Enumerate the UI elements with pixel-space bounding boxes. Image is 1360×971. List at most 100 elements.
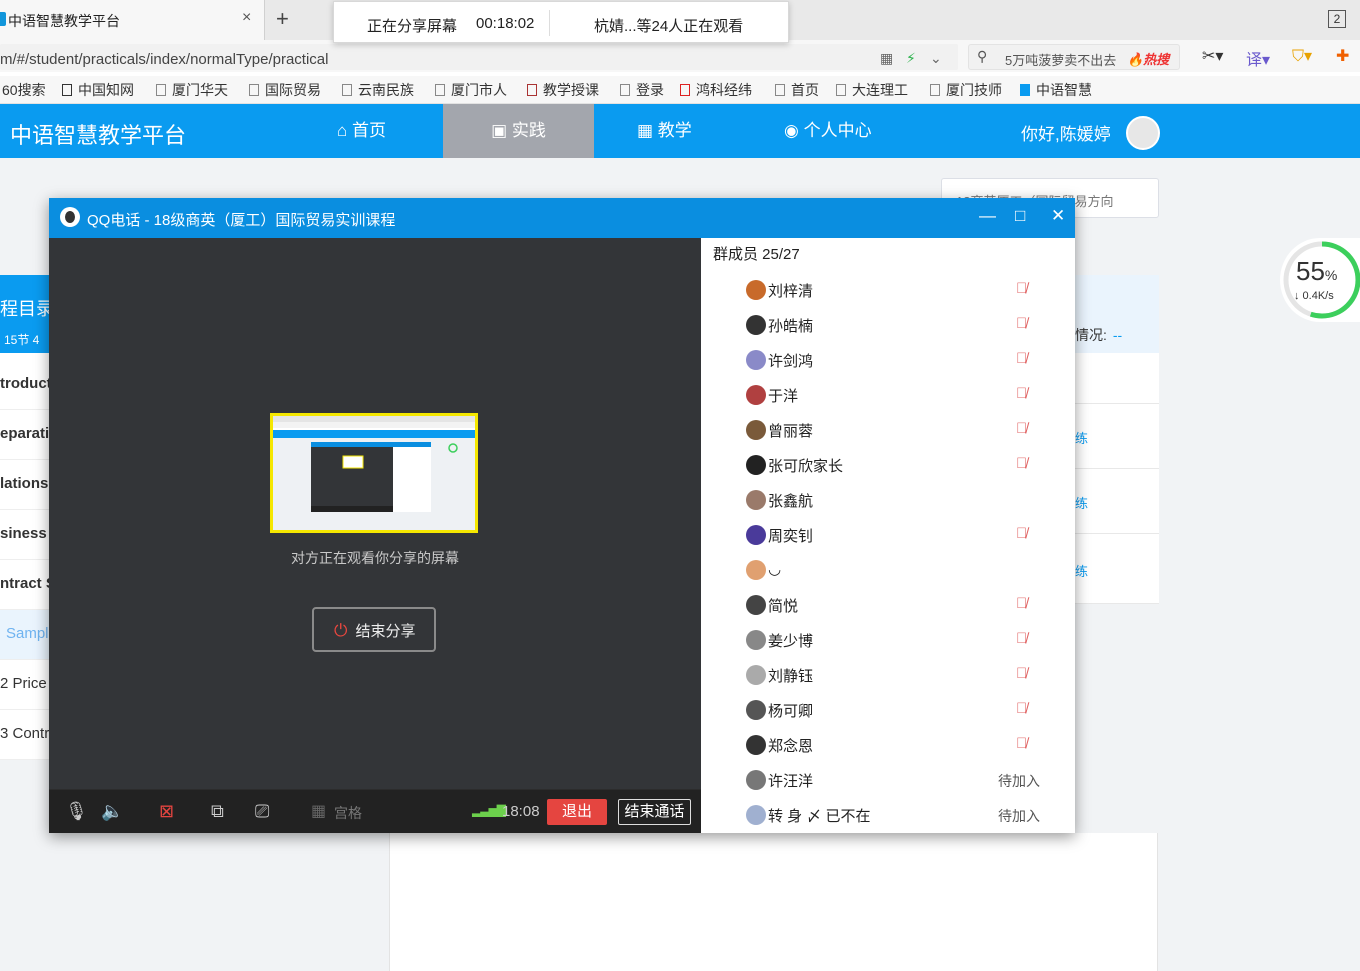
bookmark-item[interactable]: 云南民族 xyxy=(342,80,414,100)
bookmark-item[interactable]: 登录 xyxy=(620,80,664,100)
qq-titlebar[interactable]: QQ电话 - 18级商英（厦工）国际贸易实训课程 — □ ✕ xyxy=(49,198,1075,238)
minimize-icon[interactable]: — xyxy=(979,206,996,226)
bookmark-item[interactable]: 大连理工 xyxy=(836,80,908,100)
muted-mic-icon: 🎙̸ xyxy=(1016,315,1028,332)
member-row[interactable]: 杨可卿 🎙̸ xyxy=(746,698,1066,722)
member-name: 转 身 〆 已不在 xyxy=(768,808,871,825)
member-name: 周奕钊 xyxy=(768,528,814,545)
row-divider xyxy=(1075,403,1159,404)
muted-mic-icon: 🎙̸ xyxy=(1016,385,1028,402)
member-row[interactable]: 张可欣家长 🎙̸ xyxy=(746,453,1066,477)
catalog-item[interactable]: eparatio xyxy=(0,410,49,460)
stop-share-button[interactable]: ⏻ 结束分享 xyxy=(312,607,436,652)
member-row[interactable]: 刘梓清 🎙̸ xyxy=(746,278,1066,302)
practice-link[interactable]: 练 xyxy=(1075,428,1088,447)
row-divider xyxy=(1075,533,1159,534)
member-row[interactable]: 郑念恩 🎙̸ xyxy=(746,733,1066,757)
browser-tab[interactable]: 中语智慧教学平台 × xyxy=(0,0,265,40)
member-row[interactable]: 许剑鸿 🎙̸ xyxy=(746,348,1066,372)
lightning-icon[interactable]: ⚡ xyxy=(906,50,916,67)
catalog-item[interactable]: lationsh xyxy=(0,460,49,510)
game-icon[interactable]: ✚ xyxy=(1336,46,1349,66)
member-row[interactable]: 刘静钰 🎙̸ xyxy=(746,663,1066,687)
member-row[interactable]: 于洋 🎙̸ xyxy=(746,383,1066,407)
share-status-label: 正在分享屏幕 xyxy=(367,18,458,35)
user-greeting[interactable]: 你好,陈媛婷 xyxy=(1021,120,1111,145)
quit-button[interactable]: 退出 xyxy=(547,799,607,825)
bookmark-item[interactable]: 厦门市人 xyxy=(435,80,507,100)
bookmarks-bar: 60搜索 中国知网 厦门华天 国际贸易 云南民族 厦门市人 教学授课 登录 鸿科… xyxy=(0,76,1360,104)
member-row[interactable]: 姜少博 🎙̸ xyxy=(746,628,1066,652)
status-value: -- xyxy=(1112,327,1123,343)
grid-layout-icon[interactable]: ▦ xyxy=(311,801,326,821)
member-row[interactable]: 曾丽蓉 🎙̸ xyxy=(746,418,1066,442)
user-icon: ◉ xyxy=(784,121,799,140)
catalog-item[interactable]: troduct xyxy=(0,360,49,410)
tab-close-icon[interactable]: × xyxy=(242,9,251,27)
screen-share-icon[interactable]: ⧉ xyxy=(211,801,224,822)
member-row[interactable]: 孙皓楠 🎙̸ xyxy=(746,313,1066,337)
power-icon: ⏻ xyxy=(334,621,348,640)
grid-layout-label[interactable]: 宫格 xyxy=(334,803,362,823)
catalog-item[interactable]: ntract S xyxy=(0,560,49,610)
bookmark-item[interactable]: 厦门华天 xyxy=(156,80,228,100)
share-viewers[interactable]: 杭婧...等24人正在观看 xyxy=(594,15,743,36)
nav-teaching[interactable]: ▦ 教学 xyxy=(637,104,692,158)
bookmark-item[interactable]: 国际贸易 xyxy=(249,80,321,100)
search-box[interactable]: ⚲ 5万吨菠萝卖不出去 🔥热搜 xyxy=(968,44,1180,70)
catalog-item-active[interactable]: Sampl xyxy=(0,610,49,660)
camera-off-icon[interactable]: ⊠ xyxy=(159,801,174,822)
member-row[interactable]: 张鑫航 xyxy=(746,488,1066,512)
chevron-down-icon[interactable]: ⌄ xyxy=(930,50,942,67)
avatar[interactable] xyxy=(1126,116,1160,150)
member-avatar xyxy=(746,525,766,545)
end-call-button[interactable]: 结束通话 xyxy=(618,799,691,825)
qr-code-icon[interactable]: ▦ xyxy=(880,50,893,67)
speaker-icon[interactable]: 🔈 xyxy=(101,801,123,822)
member-row[interactable]: ◡ xyxy=(746,558,1066,582)
content-panel xyxy=(389,833,1158,971)
practice-link[interactable]: 练 xyxy=(1075,493,1088,512)
close-icon[interactable]: ✕ xyxy=(1051,206,1065,226)
tab-title: 中语智慧教学平台 xyxy=(8,13,120,29)
member-row[interactable]: 简悦 🎙̸ xyxy=(746,593,1066,617)
member-row[interactable]: 转 身 〆 已不在 待加入 xyxy=(746,803,1066,827)
catalog-item[interactable]: siness C xyxy=(0,510,49,560)
nav-practice[interactable]: ▣ 实践 xyxy=(443,104,594,158)
window-count-badge[interactable]: 2 xyxy=(1328,10,1346,28)
practice-link[interactable]: 练 xyxy=(1075,561,1088,580)
catalog-item[interactable]: 3 Contra xyxy=(0,710,49,760)
muted-mic-icon: 🎙̸ xyxy=(1016,630,1028,647)
member-avatar xyxy=(746,280,766,300)
member-row[interactable]: 周奕钊 🎙̸ xyxy=(746,523,1066,547)
nav-personal-center[interactable]: ◉ 个人中心 xyxy=(784,104,872,158)
bookmark-item[interactable]: 中国知网 xyxy=(62,80,134,100)
search-query: 5万吨菠萝卖不出去 xyxy=(1005,53,1117,68)
member-avatar xyxy=(746,665,766,685)
microphone-icon[interactable]: 🎙 xyxy=(65,801,88,822)
bookmark-item[interactable]: 60搜索 xyxy=(2,80,46,100)
screen-share-banner[interactable]: 正在分享屏幕 00:18:02 杭婧...等24人正在观看 xyxy=(333,1,789,43)
nav-home[interactable]: ⌂ 首页 xyxy=(337,104,386,158)
new-tab-button[interactable]: + xyxy=(276,6,289,32)
page-icon xyxy=(836,84,846,96)
zhongyu-icon xyxy=(1020,84,1030,96)
brand-title: 中语智慧教学平台 xyxy=(10,123,187,148)
bookmark-item[interactable]: 中语智慧 xyxy=(1020,80,1092,100)
bookmark-item[interactable]: 首页 xyxy=(775,80,819,100)
page-icon xyxy=(620,84,630,96)
shared-screen-thumbnail[interactable] xyxy=(270,413,478,533)
url-field[interactable]: m/#/student/practicals/index/normalType/… xyxy=(0,44,958,70)
maximize-icon[interactable]: □ xyxy=(1015,206,1025,226)
shield-icon[interactable]: ⛉▾ xyxy=(1292,46,1312,66)
member-row[interactable]: 许汪洋 待加入 xyxy=(746,768,1066,792)
translate-icon[interactable]: 译▾ xyxy=(1246,46,1270,70)
scissors-icon[interactable]: ✂▾ xyxy=(1202,46,1223,66)
address-bar: m/#/student/practicals/index/normalType/… xyxy=(0,40,1360,72)
bookmark-item[interactable]: 鸿科经纬 xyxy=(680,80,752,100)
presentation-icon[interactable]: ⎚ xyxy=(255,801,269,822)
bookmark-item[interactable]: 厦门技师 xyxy=(930,80,1002,100)
speed-rate: ↓ 0.4K/s xyxy=(1294,290,1334,302)
bookmark-item[interactable]: 教学授课 xyxy=(527,80,599,100)
catalog-item[interactable]: 2 Price xyxy=(0,660,49,710)
